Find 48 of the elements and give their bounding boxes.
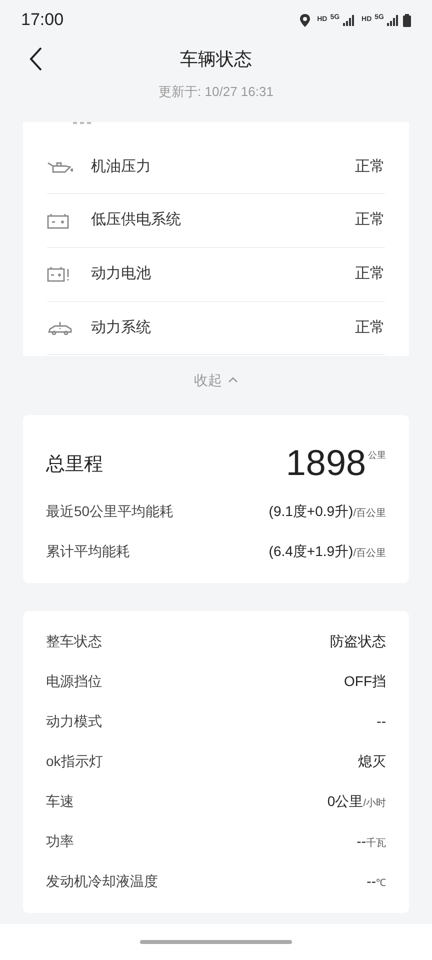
status-value: 防盗状态 — [330, 632, 386, 651]
mileage-value: 1898 — [286, 442, 366, 482]
battery-icon — [47, 212, 69, 229]
mileage-label: 总里程 — [46, 452, 103, 476]
status-label: ok指示灯 — [46, 752, 103, 771]
battery-warning-icon — [47, 266, 71, 282]
check-label: 低压供电系统 — [91, 210, 182, 230]
check-label: 动力电池 — [91, 264, 152, 284]
status-label: 电源挡位 — [46, 672, 102, 691]
status-label: 车速 — [46, 792, 74, 811]
status-value: 0公里 — [327, 792, 364, 811]
mileage-unit: 公里 — [368, 448, 386, 462]
back-icon — [29, 47, 43, 71]
check-status: 正常 — [355, 318, 385, 338]
oil-can-icon — [47, 160, 73, 174]
status-value: -- — [366, 872, 376, 891]
consumption-label: 累计平均能耗 — [46, 542, 130, 561]
status-value: OFF挡 — [344, 672, 386, 691]
status-unit: /小时 — [363, 796, 386, 811]
consumption-unit: /百公里 — [353, 507, 386, 521]
check-label: 机油压力 — [91, 156, 152, 177]
check-label: 动力系统 — [91, 318, 152, 338]
check-status: 正常 — [355, 264, 385, 284]
check-status: 正常 — [355, 156, 385, 177]
check-status: 正常 — [355, 210, 385, 230]
status-value: -- — [356, 832, 366, 851]
status-label: 整车状态 — [46, 632, 102, 651]
status-value: 熄灭 — [358, 752, 386, 771]
caret-icon — [228, 377, 238, 383]
consumption-value: (9.1度+0.9升) — [268, 502, 354, 521]
status-unit: ℃ — [376, 877, 386, 891]
car-warning-icon — [47, 321, 73, 336]
status-label: 发动机冷却液温度 — [46, 872, 158, 891]
location-icon — [300, 14, 310, 26]
status-value: -- — [376, 712, 386, 731]
update-time: 更新于: 10/27 16:31 — [158, 83, 274, 101]
signal-icon — [342, 14, 355, 26]
status-time: 17:00 — [21, 9, 64, 32]
signal-icon — [387, 14, 399, 26]
consumption-value: (6.4度+1.9升) — [268, 542, 354, 561]
status-unit: 千瓦 — [366, 836, 386, 851]
status-label: 动力模式 — [46, 712, 102, 731]
consumption-label: 最近50公里平均能耗 — [46, 502, 174, 521]
page-title: 车辆状态 — [180, 48, 252, 70]
battery-icon — [403, 14, 411, 26]
collapse-button[interactable]: 收起 — [194, 370, 238, 390]
consumption-unit: /百公里 — [353, 547, 386, 561]
status-label: 功率 — [46, 832, 74, 851]
